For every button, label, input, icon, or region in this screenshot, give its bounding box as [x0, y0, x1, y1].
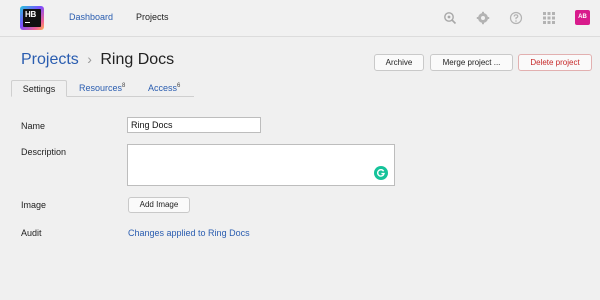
- gear-icon[interactable]: [476, 11, 490, 25]
- breadcrumb-projects-link[interactable]: Projects: [21, 51, 79, 68]
- apps-grid-icon[interactable]: [542, 11, 556, 25]
- grammarly-icon[interactable]: [374, 166, 388, 180]
- breadcrumb: Projects › Ring Docs: [21, 49, 174, 70]
- tab-access-label: Access: [148, 83, 178, 93]
- audit-label: Audit: [21, 228, 42, 238]
- search-icon[interactable]: [443, 11, 457, 25]
- tab-resources[interactable]: Resources8: [79, 80, 125, 97]
- top-navigation-bar: HB Dashboard Projects AB: [0, 0, 600, 37]
- help-icon[interactable]: [509, 11, 523, 25]
- logo-text: HB: [25, 10, 36, 19]
- tab-settings-label: Settings: [22, 84, 56, 94]
- image-label: Image: [21, 200, 47, 210]
- delete-project-button[interactable]: Delete project: [518, 54, 592, 71]
- breadcrumb-separator: ›: [87, 51, 92, 67]
- description-label: Description: [21, 147, 67, 157]
- user-avatar[interactable]: AB: [575, 10, 590, 25]
- tab-resources-label: Resources: [79, 83, 123, 93]
- tab-resources-count: 8: [122, 83, 126, 89]
- tab-access[interactable]: Access6: [148, 80, 180, 97]
- project-tabs: Settings Resources8 Access6: [11, 80, 194, 97]
- logo-bar: [25, 22, 30, 23]
- add-image-button[interactable]: Add Image: [128, 197, 190, 213]
- name-input[interactable]: [127, 117, 261, 133]
- logo-inner: HB: [23, 9, 41, 27]
- tab-settings[interactable]: Settings: [11, 80, 67, 97]
- hub-logo[interactable]: HB: [20, 6, 44, 30]
- nav-projects-link[interactable]: Projects: [136, 12, 169, 22]
- page-title: Ring Docs: [100, 51, 175, 68]
- nav-dashboard-link[interactable]: Dashboard: [69, 12, 113, 22]
- merge-project-button[interactable]: Merge project ...: [430, 54, 513, 71]
- name-label: Name: [21, 121, 46, 131]
- archive-button[interactable]: Archive: [374, 54, 424, 71]
- tab-access-count: 6: [177, 83, 181, 89]
- description-textarea[interactable]: [127, 144, 395, 186]
- audit-changes-link[interactable]: Changes applied to Ring Docs: [128, 228, 250, 238]
